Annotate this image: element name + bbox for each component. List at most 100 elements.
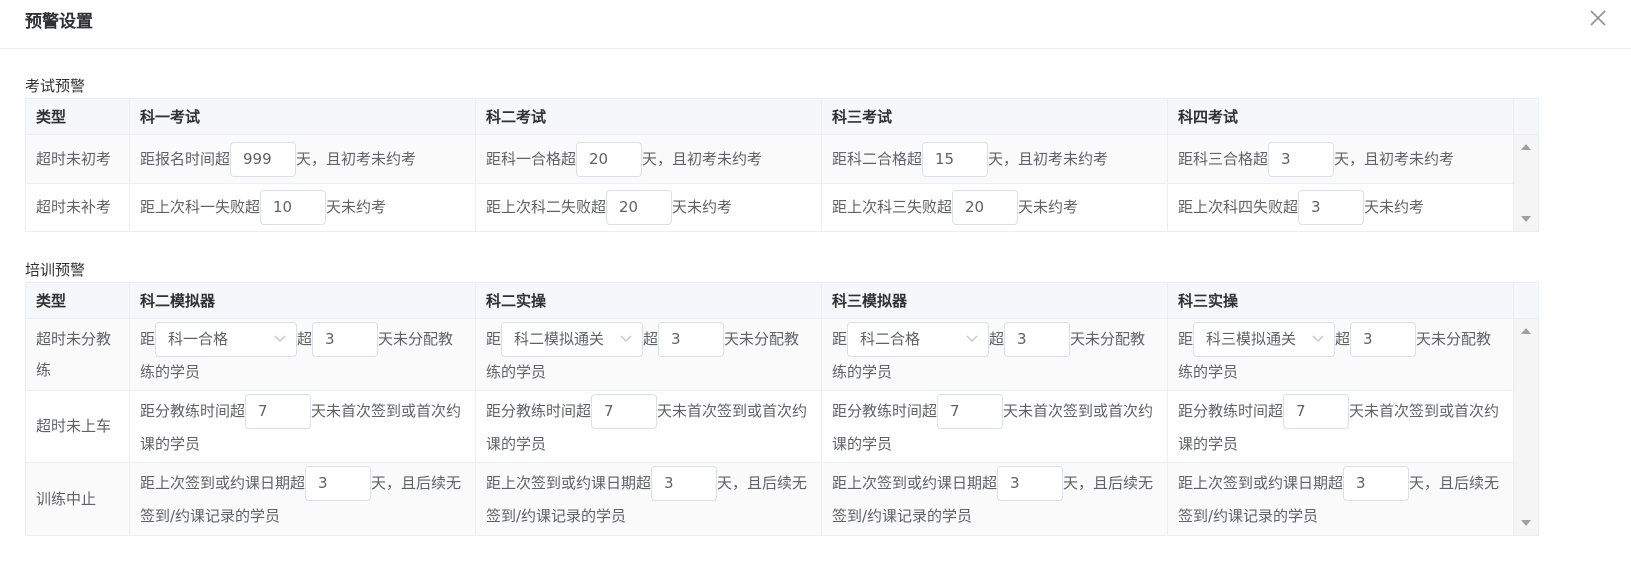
rule-cell: 距分教练时间超 7 天未首次签到或首次约课的学员 [821, 390, 1168, 463]
days-input[interactable]: 20 [952, 190, 1019, 225]
rule-cell: 距上次科三失败超 20 天未约考 [821, 183, 1168, 232]
rule-suffix-text: 天，且初考未约考 [296, 149, 417, 168]
days-input[interactable]: 3 [997, 466, 1064, 501]
days-input[interactable]: 3 [1298, 190, 1365, 225]
rule-prefix-text: 距上次签到或约课日期超 [1178, 474, 1344, 492]
scroll-up-arrow-icon[interactable] [1521, 143, 1531, 150]
days-input[interactable]: 999 [230, 141, 297, 177]
days-input[interactable]: 7 [937, 393, 1004, 429]
milestone-select-value: 科二合格 [860, 329, 921, 348]
rule-suffix-text: 天未约考 [1018, 198, 1079, 216]
rule-prefix-text: 距 [832, 329, 848, 348]
rule-cell: 距科三模拟通关超 3 天未分配教练的学员 [1167, 318, 1514, 391]
rule-cell: 距上次科一失败超 10 天未约考 [129, 183, 476, 232]
vertical-scrollbar[interactable] [1513, 318, 1539, 536]
days-input[interactable]: 3 [1350, 321, 1417, 357]
rule-cell: 距分教练时间超 7 天未首次签到或首次约课的学员 [129, 390, 476, 463]
rule-prefix-text: 距分教练时间超 [486, 401, 592, 420]
header-type: 类型 [25, 98, 130, 135]
header-scroll-gutter [1513, 98, 1539, 135]
milestone-select[interactable]: 科二合格 [847, 321, 990, 357]
rule-prefix-text: 距上次签到或约课日期超 [832, 474, 998, 492]
rule-cell: 距上次科二失败超 20 天未约考 [475, 183, 822, 232]
days-input[interactable]: 10 [260, 190, 327, 225]
rule-cell: 距科二模拟通关超 3 天未分配教练的学员 [475, 318, 822, 391]
days-input[interactable]: 20 [576, 141, 643, 177]
rule-cell: 距科二合格超 15 天，且初考未约考 [821, 134, 1168, 184]
days-input[interactable]: 3 [305, 466, 372, 501]
rule-cell: 距报名时间超 999 天，且初考未约考 [129, 134, 476, 184]
rule-prefix-text: 距 [486, 329, 502, 348]
rule-cell: 距科二合格超 3 天未分配教练的学员 [821, 318, 1168, 391]
milestone-select-value: 科二模拟通关 [514, 329, 605, 348]
days-input[interactable]: 3 [651, 466, 718, 501]
scroll-down-arrow-icon[interactable] [1521, 520, 1531, 527]
rule-suffix-text: 天未约考 [1364, 198, 1425, 216]
rule-suffix-text: 天，且初考未约考 [988, 149, 1109, 168]
header-subject4-exam: 科四考试 [1167, 98, 1514, 135]
row-type-label: 训练中止 [25, 462, 130, 536]
days-input[interactable]: 20 [606, 190, 673, 225]
rule-suffix-text: 天未约考 [672, 198, 733, 216]
days-input[interactable]: 7 [591, 393, 658, 429]
table-row: 超时未分教练距科一合格超 3 天未分配教练的学员距科二模拟通关超 3 天未分配教练的学员… [25, 318, 1539, 536]
rule-mid-text: 超 [1335, 329, 1351, 348]
dialog-title: 预警设置 [25, 12, 93, 32]
days-input[interactable]: 3 [1004, 321, 1071, 357]
close-icon[interactable] [1587, 6, 1609, 30]
scroll-up-arrow-icon[interactable] [1521, 327, 1531, 334]
table-row: 训练中止 距上次签到或约课日期超 3 天，且后续无签到/约课记录的学员 距上次签到或约课… [25, 462, 1539, 536]
rule-cell: 距上次签到或约课日期超 3 天，且后续无签到/约课记录的学员 [475, 462, 822, 536]
rule-mid-text: 超 [989, 329, 1005, 348]
header-subject3-simulator: 科三模拟器 [821, 282, 1168, 319]
chevron-down-icon [966, 335, 978, 342]
rule-cell: 距分教练时间超 7 天未首次签到或首次约课的学员 [475, 390, 822, 463]
scroll-down-arrow-icon[interactable] [1521, 216, 1531, 223]
header-subject3-practice: 科三实操 [1167, 282, 1514, 319]
rule-cell: 距上次签到或约课日期超 3 天，且后续无签到/约课记录的学员 [821, 462, 1168, 536]
header-subject2-simulator: 科二模拟器 [129, 282, 476, 319]
row-type-label: 超时未上车 [25, 390, 130, 463]
rule-prefix-text: 距上次科一失败超 [140, 198, 261, 216]
milestone-select[interactable]: 科一合格 [155, 321, 298, 357]
days-input[interactable]: 3 [1268, 141, 1335, 177]
rule-cell: 距上次签到或约课日期超 3 天，且后续无签到/约课记录的学员 [1167, 462, 1514, 536]
days-input[interactable]: 15 [922, 141, 989, 177]
row-type-label: 超时未初考 [25, 134, 130, 184]
rule-cell: 距科一合格超 20 天，且初考未约考 [475, 134, 822, 184]
chevron-down-icon [274, 335, 286, 342]
rule-prefix-text: 距分教练时间超 [1178, 401, 1284, 420]
header-subject1-exam: 科一考试 [129, 98, 476, 135]
rule-prefix-text: 距报名时间超 [140, 149, 231, 168]
rule-prefix-text: 距分教练时间超 [832, 401, 938, 420]
training-header-row: 类型 科二模拟器 科二实操 科三模拟器 科三实操 [25, 282, 1539, 319]
table-row: 超时未上车 距分教练时间超 7 天未首次签到或首次约课的学员 距分教练时间超 7 天未首次签… [25, 390, 1539, 463]
rule-prefix-text: 距上次科三失败超 [832, 198, 953, 216]
rule-prefix-text: 距分教练时间超 [140, 401, 246, 420]
rule-mid-text: 超 [643, 329, 659, 348]
rule-cell: 距上次签到或约课日期超 3 天，且后续无签到/约课记录的学员 [129, 462, 476, 536]
row-type-label: 超时未补考 [25, 183, 130, 232]
rule-cell: 距科三合格超 3 天，且初考未约考 [1167, 134, 1514, 184]
rule-prefix-text: 距科二合格超 [832, 149, 923, 168]
close-button[interactable] [1587, 6, 1609, 30]
header-subject2-practice: 科二实操 [475, 282, 822, 319]
days-input[interactable]: 3 [658, 321, 725, 357]
exam-warning-table: 类型 科一考试 科二考试 科三考试 科四考试 超时未初考 距报名时间超 999 天，且… [25, 98, 1539, 232]
training-warning-title: 培训预警 [25, 261, 86, 279]
exam-warning-title: 考试预警 [25, 77, 86, 95]
rule-cell: 距上次科四失败超 3 天未约考 [1167, 183, 1514, 232]
rule-suffix-text: 天未约考 [326, 198, 387, 216]
vertical-scrollbar[interactable] [1513, 134, 1539, 232]
header-subject2-exam: 科二考试 [475, 98, 822, 135]
dialog-header: 预警设置 [0, 0, 1631, 49]
days-input[interactable]: 7 [1283, 393, 1350, 429]
rule-prefix-text: 距上次科四失败超 [1178, 198, 1299, 216]
days-input[interactable]: 3 [312, 321, 379, 357]
row-type-label: 超时未分教练 [25, 318, 130, 391]
days-input[interactable]: 7 [245, 393, 312, 429]
milestone-select[interactable]: 科三模拟通关 [1193, 321, 1336, 357]
header-type: 类型 [25, 282, 130, 319]
milestone-select[interactable]: 科二模拟通关 [501, 321, 644, 357]
days-input[interactable]: 3 [1343, 466, 1410, 501]
